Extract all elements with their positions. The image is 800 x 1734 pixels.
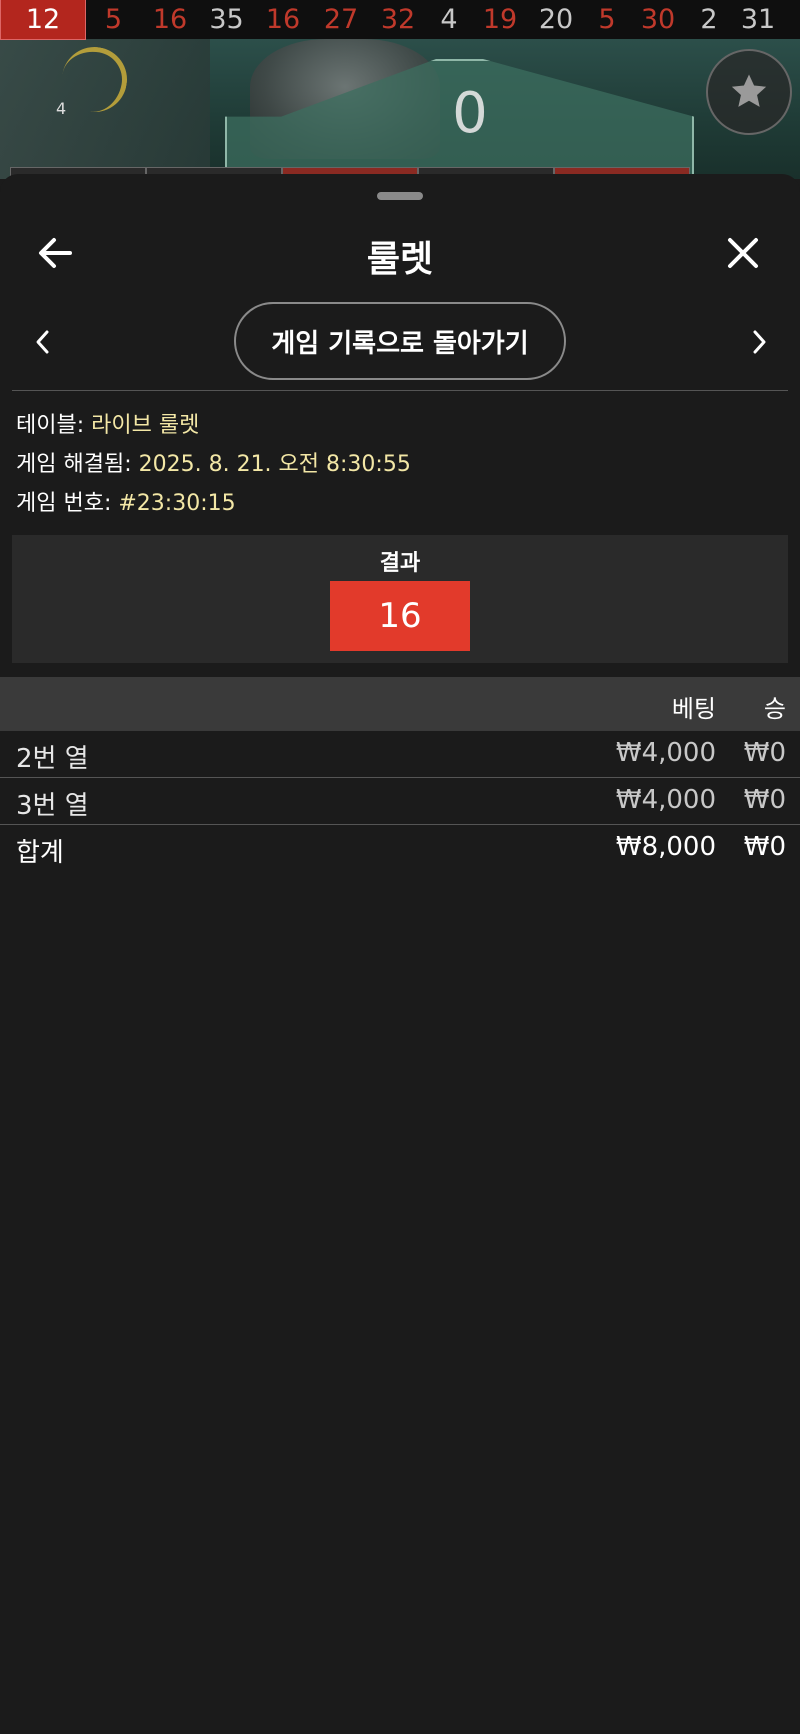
previous-game-button[interactable] <box>26 322 60 362</box>
zero-cell-label: 0 <box>452 81 488 146</box>
favorite-button[interactable] <box>706 49 792 135</box>
history-number: 31 <box>740 4 776 35</box>
back-to-history-button[interactable]: 게임 기록으로 돌아가기 <box>234 302 566 380</box>
game-navigation: 게임 기록으로 돌아가기 <box>0 302 800 382</box>
bet-amount: ₩4,000 <box>615 785 716 815</box>
result-label: 결과 <box>379 551 421 576</box>
bet-amount: ₩4,000 <box>615 738 716 768</box>
sheet-drag-handle[interactable] <box>377 192 423 200</box>
game-number-value: #23:30:15 <box>118 491 236 516</box>
next-game-button[interactable] <box>742 322 776 362</box>
history-number: 16 <box>265 4 301 35</box>
chevron-left-icon <box>36 330 49 354</box>
game-info: 테이블: 라이브 룰렛 게임 해결됨: 2025. 8. 21. 오전 8:30… <box>16 406 411 523</box>
divider <box>12 390 788 391</box>
history-number: 5 <box>104 4 123 35</box>
table-value: 라이브 룰렛 <box>91 413 200 438</box>
close-icon <box>728 238 758 268</box>
resolved-label: 게임 해결됨: <box>16 452 132 477</box>
bet-name: 2번 열 <box>16 744 89 774</box>
table-row: 2번 열 ₩4,000 ₩0 <box>0 731 800 778</box>
table-info-line: 테이블: 라이브 룰렛 <box>16 406 411 445</box>
bet-name: 3번 열 <box>16 791 89 821</box>
result-history-strip: 12 5 16 35 16 27 32 4 19 20 5 30 2 31 <box>0 0 800 40</box>
result-number-badge: 16 <box>330 581 470 651</box>
game-number-line: 게임 번호: #23:30:15 <box>16 484 411 523</box>
game-detail-sheet: 룰렛 게임 기록으로 돌아가기 테이블: 라이브 룰렛 게임 해결됨: 2025 <box>0 174 800 1734</box>
history-number: 20 <box>538 4 574 35</box>
total-bet: ₩8,000 <box>615 832 716 862</box>
win-amount: ₩0 <box>743 785 786 815</box>
bets-table-header: 베팅 승 <box>0 677 800 731</box>
sheet-header: 룰렛 <box>0 216 800 286</box>
chevron-right-icon <box>753 330 766 354</box>
win-column-header: 승 <box>763 695 786 723</box>
history-number: 19 <box>482 4 518 35</box>
star-icon <box>731 74 767 107</box>
history-number: 30 <box>640 4 676 35</box>
close-button[interactable] <box>718 228 768 278</box>
live-game-scene: 4 0 <box>0 39 800 179</box>
result-panel: 결과 16 <box>12 535 788 663</box>
win-amount: ₩0 <box>743 738 786 768</box>
bet-column-header: 베팅 <box>671 695 716 723</box>
history-number: 12 <box>0 0 86 40</box>
total-label: 합계 <box>16 838 64 868</box>
table-label: 테이블: <box>16 413 85 438</box>
page-title: 룰렛 <box>366 239 434 280</box>
history-number: 16 <box>152 4 188 35</box>
table-row: 3번 열 ₩4,000 ₩0 <box>0 778 800 825</box>
history-number: 5 <box>598 4 616 35</box>
resolved-value: 2025. 8. 21. 오전 8:30:55 <box>138 452 411 477</box>
resolved-info-line: 게임 해결됨: 2025. 8. 21. 오전 8:30:55 <box>16 445 411 484</box>
history-number: 4 <box>440 4 458 35</box>
history-number: 27 <box>323 4 359 35</box>
total-row: 합계 ₩8,000 ₩0 <box>0 825 800 871</box>
history-number: 35 <box>209 4 244 35</box>
game-number-label: 게임 번호: <box>16 491 112 516</box>
total-win: ₩0 <box>743 832 786 862</box>
dial-label: 4 <box>56 99 67 118</box>
history-number: 2 <box>700 4 718 35</box>
history-number: 32 <box>380 4 416 35</box>
